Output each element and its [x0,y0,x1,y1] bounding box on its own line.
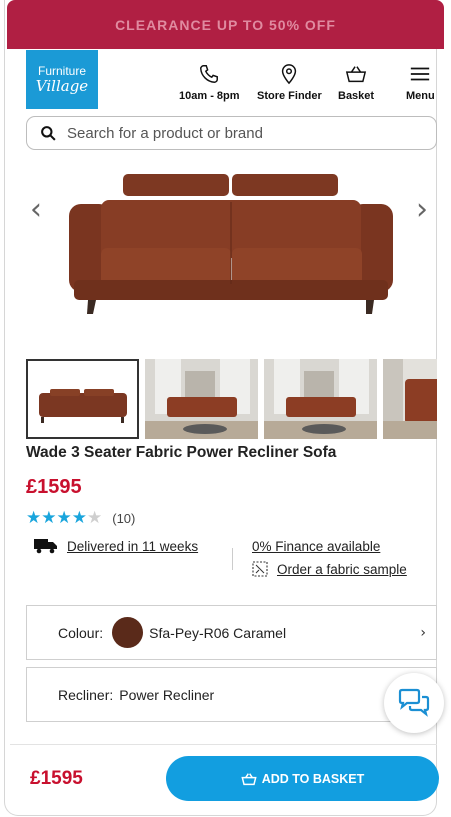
chat-button[interactable] [384,673,444,733]
phone-icon [200,65,219,83]
logo-line2: Village [35,77,89,95]
thumbnail-2[interactable] [145,359,258,439]
sofa-thumbnail-image [28,361,137,437]
review-count[interactable]: (10) [112,511,135,526]
lifestyle-thumbnail-image [145,359,258,439]
thumbnail-3[interactable] [264,359,377,439]
finance-link[interactable]: 0% Finance available [252,539,380,554]
basket-icon [241,772,257,785]
delivery-info: Delivered in 11 weeks [34,538,198,554]
delivery-truck-icon [34,539,57,554]
search-input[interactable] [67,124,397,142]
colour-value: Sfa-Pey-R06 Caramel [149,624,287,641]
lifestyle-thumbnail-image [383,359,437,439]
star-icon: ★ [56,508,72,528]
fabric-sample-link[interactable]: Order a fabric sample [277,562,407,577]
star-empty-icon: ★ [87,508,103,528]
gallery-prev-arrow[interactable]: ‹ [30,192,42,227]
fabric-swatch-icon [252,561,268,577]
chevron-right-icon: › [420,624,426,641]
hours-label: 10am - 8pm [179,90,240,102]
thumbnail-1[interactable] [26,359,139,439]
colour-selector[interactable]: Colour: Sfa-Pey-R06 Caramel › [26,605,437,660]
colour-label: Colour: [58,624,104,641]
menu-button[interactable]: Menu [406,63,435,102]
delivery-link[interactable]: Delivered in 11 weeks [67,539,198,554]
basket-button[interactable]: Basket [338,63,374,102]
star-icon: ★ [26,508,42,528]
star-icon: ★ [71,508,87,528]
menu-label: Menu [406,90,435,102]
store-finder-label: Store Finder [257,90,322,102]
furniture-village-logo[interactable]: Furniture Village [26,50,98,109]
hours-button[interactable]: 10am - 8pm [179,63,240,102]
fabric-sample: Order a fabric sample [252,561,407,577]
star-icon: ★ [41,508,57,528]
lifestyle-thumbnail-image [264,359,377,439]
footer-price: £1595 [30,768,83,789]
gallery-next-arrow[interactable]: › [416,192,428,227]
product-price: £1595 [26,476,82,498]
recliner-label: Recliner: [58,686,114,703]
store-finder-button[interactable]: Store Finder [257,63,322,102]
search-icon [41,125,56,141]
info-divider [232,548,233,570]
thumbnail-strip [26,359,437,440]
hamburger-menu-icon [411,67,430,81]
search-bar[interactable] [26,116,437,150]
add-to-basket-button[interactable]: ADD TO BASKET [166,756,439,801]
recliner-value: Power Recliner [119,686,215,703]
chat-bubbles-icon [398,688,430,717]
promo-banner[interactable]: CLEARANCE UP TO 50% OFF [7,0,444,49]
thumbnail-4[interactable] [383,359,437,439]
sofa-main-image [69,174,393,314]
finance-info: 0% Finance available [252,538,380,556]
product-rating[interactable]: ★ ★ ★ ★ ★ (10) [26,510,135,527]
promo-text: CLEARANCE UP TO 50% OFF [115,16,336,33]
sticky-footer: £1595 ADD TO BASKET [10,744,439,816]
product-gallery[interactable]: ‹ › [26,160,437,350]
basket-label: Basket [338,90,375,102]
site-header: Furniture Village 10am - 8pm Store Finde… [26,50,438,110]
add-to-basket-label: ADD TO BASKET [261,771,365,786]
location-pin-icon [282,64,297,85]
recliner-selector[interactable]: Recliner: Power Recliner [26,667,437,722]
product-title: Wade 3 Seater Fabric Power Recliner Sofa [26,444,337,461]
basket-icon [345,66,367,83]
colour-swatch [112,617,144,648]
